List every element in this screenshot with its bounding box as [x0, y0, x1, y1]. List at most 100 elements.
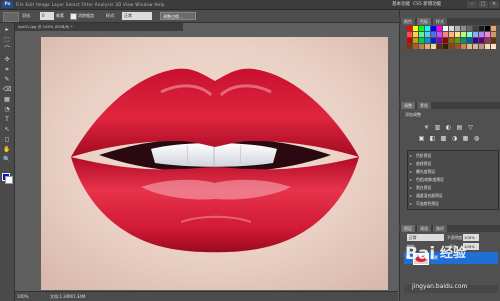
- color-swatch[interactable]: [425, 44, 430, 49]
- lasso-tool-icon[interactable]: ⌒: [3, 46, 11, 54]
- color-swatch[interactable]: [443, 38, 448, 43]
- selective-color-icon[interactable]: ◍: [473, 135, 480, 142]
- color-swatch[interactable]: [485, 38, 490, 43]
- close-button[interactable]: ×: [489, 1, 499, 8]
- color-swatch[interactable]: [431, 26, 436, 31]
- color-swatch[interactable]: [419, 38, 424, 43]
- dodge-tool-icon[interactable]: ✋: [3, 146, 11, 154]
- color-swatch[interactable]: [485, 44, 490, 49]
- color-swatch[interactable]: [443, 26, 448, 31]
- color-swatch[interactable]: [425, 26, 430, 31]
- tab-color[interactable]: 颜色: [401, 18, 415, 25]
- color-swatch[interactable]: [449, 44, 454, 49]
- preset-black-white[interactable]: ▸ 黑白预设: [410, 185, 496, 191]
- gradient-tool-icon[interactable]: ◻: [3, 136, 11, 144]
- stamp-tool-icon[interactable]: ◔: [3, 106, 11, 114]
- workspace-switcher[interactable]: 基本功能: [392, 1, 410, 8]
- hue-saturation-icon[interactable]: ▣: [418, 135, 425, 142]
- history-tool-icon[interactable]: T: [3, 116, 11, 124]
- opacity-input[interactable]: 100%: [463, 234, 479, 241]
- document-tab[interactable]: lips01.jpg @ 100% (RGB/8) *: [15, 23, 183, 31]
- tab-styles[interactable]: 样式: [433, 18, 447, 25]
- color-swatch[interactable]: [437, 32, 442, 37]
- curves-icon[interactable]: ◐: [445, 124, 452, 131]
- color-swatch[interactable]: [491, 38, 496, 43]
- refine-edge-button[interactable]: 调整边缘...: [160, 12, 196, 20]
- color-swatch[interactable]: [479, 38, 484, 43]
- color-swatch[interactable]: [419, 44, 424, 49]
- color-swatch[interactable]: [485, 32, 490, 37]
- color-swatch[interactable]: [449, 26, 454, 31]
- color-swatch[interactable]: [473, 44, 478, 49]
- color-swatch[interactable]: [461, 26, 466, 31]
- cs-live-button[interactable]: CS5 新增功能: [413, 1, 441, 8]
- color-swatch[interactable]: [419, 32, 424, 37]
- color-balance-icon[interactable]: ◧: [429, 135, 436, 142]
- brush-tool-icon[interactable]: ▦: [3, 96, 11, 104]
- color-swatch[interactable]: [407, 32, 412, 37]
- quick-select-tool-icon[interactable]: ✣: [3, 56, 11, 64]
- color-swatch[interactable]: [419, 26, 424, 31]
- maximize-button[interactable]: □: [478, 1, 488, 8]
- exposure-icon[interactable]: ▤: [456, 124, 463, 131]
- main-menu[interactable]: File Edit Image Layer Select Filter Anal…: [16, 1, 165, 8]
- color-swatch[interactable]: [467, 38, 472, 43]
- pen-tool-icon[interactable]: 🔍: [3, 156, 11, 164]
- tab-layers[interactable]: 图层: [401, 225, 415, 232]
- color-swatch[interactable]: [413, 32, 418, 37]
- move-tool-icon[interactable]: ▸: [3, 26, 11, 34]
- preset-levels[interactable]: ▸ 色阶预设: [410, 153, 496, 159]
- color-swatch[interactable]: [479, 32, 484, 37]
- tab-paths[interactable]: 路径: [433, 225, 447, 232]
- eyedropper-tool-icon[interactable]: ✎: [3, 76, 11, 84]
- black-white-icon[interactable]: ▩: [440, 135, 447, 142]
- color-swatch[interactable]: [437, 26, 442, 31]
- color-swatch[interactable]: [449, 32, 454, 37]
- color-swatch[interactable]: [449, 38, 454, 43]
- color-swatch[interactable]: [461, 38, 466, 43]
- color-swatch[interactable]: [443, 32, 448, 37]
- color-swatch[interactable]: [473, 38, 478, 43]
- color-swatch[interactable]: [461, 44, 466, 49]
- color-swatch[interactable]: [431, 32, 436, 37]
- marquee-tool-icon[interactable]: ⬚: [3, 36, 11, 44]
- brightness-icon[interactable]: ☀: [423, 124, 430, 131]
- eraser-tool-icon[interactable]: ↖: [3, 126, 11, 134]
- levels-icon[interactable]: ▥: [434, 124, 441, 131]
- color-swatch[interactable]: [491, 32, 496, 37]
- color-swatch[interactable]: [407, 44, 412, 49]
- tab-channels[interactable]: 通道: [417, 225, 431, 232]
- color-swatch[interactable]: [473, 32, 478, 37]
- color-swatch[interactable]: [437, 44, 442, 49]
- color-swatch[interactable]: [455, 44, 460, 49]
- color-swatch[interactable]: [467, 26, 472, 31]
- color-swatch[interactable]: [431, 38, 436, 43]
- vibrance-icon[interactable]: ▽: [467, 124, 474, 131]
- preset-exposure[interactable]: ▸ 曝光度预设: [410, 169, 496, 175]
- tab-masks[interactable]: 蒙版: [417, 102, 431, 109]
- color-swatch[interactable]: [455, 32, 460, 37]
- color-swatch[interactable]: [455, 26, 460, 31]
- color-swatch[interactable]: [461, 32, 466, 37]
- style-select[interactable]: 正常: [122, 12, 152, 20]
- photo-filter-icon[interactable]: ◑: [451, 135, 458, 142]
- color-swatch[interactable]: [425, 32, 430, 37]
- color-swatch[interactable]: [443, 44, 448, 49]
- background-color-swatch[interactable]: [5, 176, 13, 184]
- tab-swatches[interactable]: 色板: [417, 18, 431, 25]
- color-swatch[interactable]: [467, 32, 472, 37]
- color-swatch[interactable]: [413, 38, 418, 43]
- color-swatch[interactable]: [407, 38, 412, 43]
- color-swatch[interactable]: [485, 26, 490, 31]
- current-tool-icon[interactable]: [3, 12, 19, 22]
- preset-hue-saturation[interactable]: ▸ 色相/饱和度预设: [410, 177, 496, 183]
- color-swatch[interactable]: [479, 26, 484, 31]
- channel-mixer-icon[interactable]: ▦: [462, 135, 469, 142]
- crop-tool-icon[interactable]: ⌗: [3, 66, 11, 74]
- feather-input[interactable]: 0: [40, 12, 54, 20]
- color-swatch[interactable]: [437, 38, 442, 43]
- minimize-button[interactable]: –: [467, 1, 477, 8]
- color-swatch[interactable]: [431, 44, 436, 49]
- color-swatch[interactable]: [455, 38, 460, 43]
- preset-curves[interactable]: ▸ 曲线预设: [410, 161, 496, 167]
